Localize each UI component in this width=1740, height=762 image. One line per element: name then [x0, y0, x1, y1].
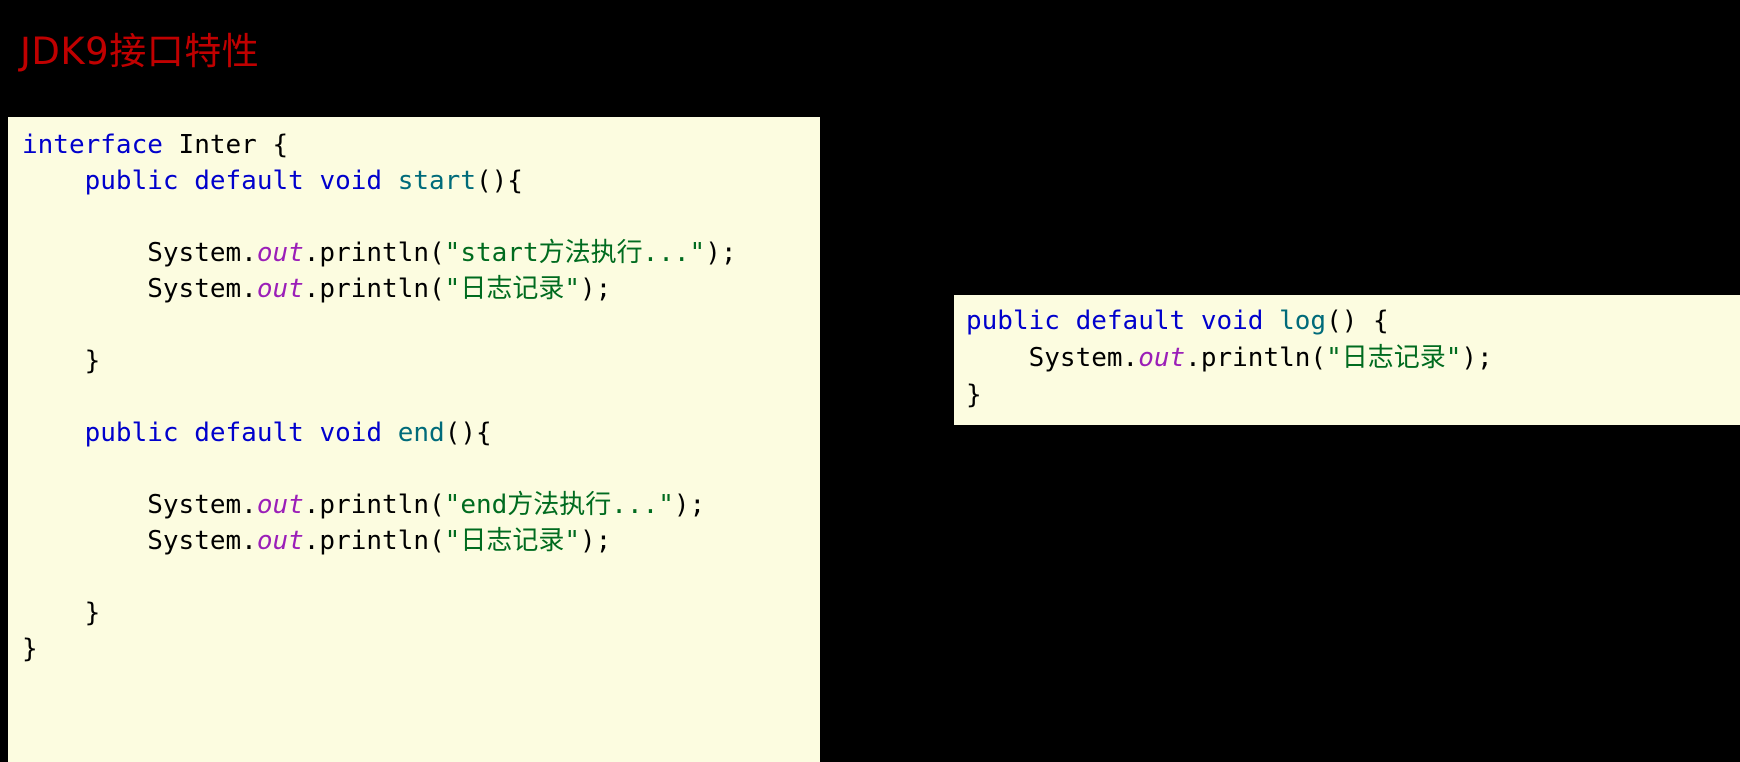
code-token-plain: .println( [1185, 343, 1327, 373]
code-line: System.out.println("日志记录"); [8, 523, 820, 559]
code-token-plain: } [22, 346, 101, 376]
code-token-fn: end [397, 418, 445, 448]
code-token-plain: ); [1461, 343, 1493, 373]
code-token-plain: (){ [444, 418, 492, 448]
code-line: System.out.println("end方法执行..."); [8, 487, 820, 523]
code-token-plain: System. [147, 274, 257, 304]
code-token-kw: default [1075, 306, 1186, 336]
code-line: } [8, 343, 820, 379]
code-block-log-method: public default void log() { System.out.p… [954, 295, 1740, 425]
code-token-kw: default [194, 166, 304, 196]
code-token-field: out [256, 238, 304, 268]
code-line: public default void log() { [954, 303, 1740, 340]
code-token-field: out [256, 526, 304, 556]
code-token-plain: .println( [303, 526, 445, 556]
code-token-plain: } [22, 634, 38, 664]
code-token-kw: public [966, 306, 1060, 336]
code-token-plain: ); [705, 238, 737, 268]
code-token-fn: start [397, 166, 476, 196]
code-block-interface-inter: interface Inter { public default void st… [8, 117, 820, 762]
code-token-plain: System. [147, 526, 257, 556]
code-token-plain: ); [579, 526, 612, 556]
code-token-field: out [256, 274, 304, 304]
code-token-plain: ); [673, 490, 706, 520]
code-token-kw: interface [22, 130, 163, 160]
page-title: JDK9接口特性 [20, 30, 260, 73]
code-token-field: out [256, 490, 304, 520]
code-line: } [954, 377, 1740, 414]
code-token-plain: System. [1028, 343, 1139, 373]
code-token-plain: ); [579, 274, 612, 304]
code-token-plain: } [966, 380, 982, 410]
code-line: public default void start(){ [8, 163, 820, 199]
code-token-plain: } [22, 598, 101, 628]
code-token-str: "日志记录" [1326, 343, 1462, 373]
code-token-plain: (){ [476, 166, 523, 196]
code-token-str: "end方法执行..." [444, 490, 674, 520]
code-token-plain: Inter [178, 130, 257, 160]
code-token-str: "start方法执行..." [444, 238, 706, 268]
code-line: System.out.println("start方法执行..."); [8, 235, 820, 271]
code-line: System.out.println("日志记录"); [954, 340, 1740, 377]
code-token-str: "日志记录" [444, 526, 580, 556]
code-token-kw: void [319, 166, 383, 196]
code-token-plain: .println( [303, 490, 445, 520]
code-token-plain: .println( [303, 238, 445, 268]
code-line: } [8, 631, 820, 667]
code-token-plain: () { [1326, 306, 1389, 336]
code-token-str: "日志记录" [444, 274, 580, 304]
code-token-plain: System. [147, 238, 257, 268]
code-line: } [8, 595, 820, 631]
code-token-plain: System. [147, 490, 257, 520]
code-token-kw: default [194, 418, 304, 448]
code-token-kw: public [84, 418, 179, 448]
code-line: public default void end(){ [8, 415, 820, 451]
code-token-field: out [1138, 343, 1186, 373]
code-token-kw: void [319, 418, 383, 448]
code-token-fn: log [1279, 306, 1327, 336]
code-token-kw: public [84, 166, 179, 196]
code-line: interface Inter { [8, 127, 820, 163]
code-token-kw: void [1200, 306, 1264, 336]
code-token-plain: .println( [303, 274, 445, 304]
code-line: System.out.println("日志记录"); [8, 271, 820, 307]
code-token-plain: { [256, 130, 289, 160]
